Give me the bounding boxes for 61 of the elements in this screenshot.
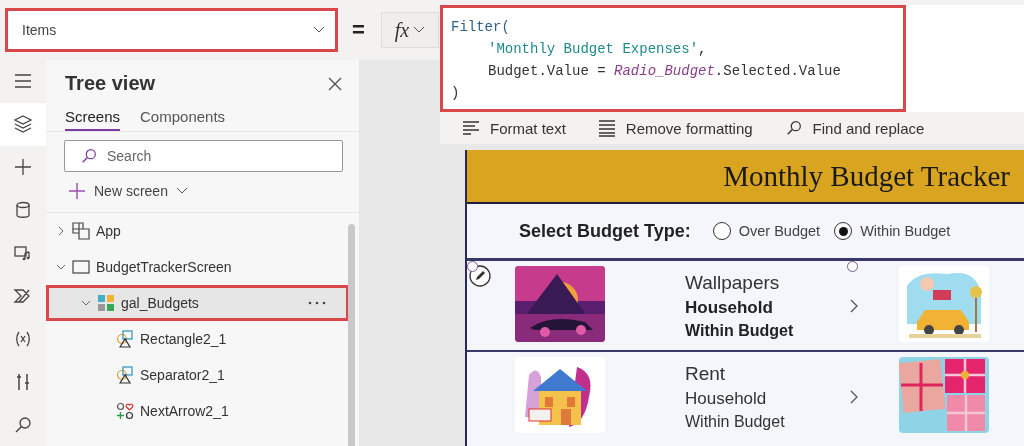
new-screen-button[interactable]: New screen xyxy=(68,180,359,202)
code-line: 'Monthly Budget Expenses', xyxy=(487,40,708,59)
resize-handle[interactable] xyxy=(467,261,478,272)
toolbar-button[interactable]: Remove formatting xyxy=(597,119,753,137)
chevron-down-icon[interactable] xyxy=(313,26,325,34)
item-title: Wallpapers xyxy=(685,271,781,294)
item-status: Within Budget xyxy=(685,413,786,431)
icons-icon xyxy=(116,402,134,420)
layers-icon[interactable] xyxy=(0,102,46,146)
code-line: Budget.Value = Radio_Budget.Selected.Value xyxy=(487,62,842,81)
search-icon xyxy=(784,119,803,137)
chevron-down-icon xyxy=(175,187,188,195)
shapes-icon xyxy=(116,366,134,384)
search-icon xyxy=(80,147,98,165)
property-dropdown[interactable]: Items xyxy=(5,8,338,52)
chevron-down-icon xyxy=(413,26,426,34)
tree-item[interactable]: NextArrow2_1 xyxy=(46,393,343,429)
tree-item[interactable]: Separator2_1 xyxy=(46,357,343,393)
format-icon xyxy=(462,119,480,137)
gallery-icon xyxy=(97,294,115,312)
screen-icon xyxy=(72,258,90,276)
radio-button[interactable] xyxy=(834,222,853,240)
tree-item[interactable]: Rectangle2_1 xyxy=(46,321,343,357)
search-field[interactable]: Search xyxy=(64,140,343,172)
gallery-row[interactable]: Wallpapers Household Within Budget xyxy=(467,258,1024,350)
collapse-chevron-icon[interactable] xyxy=(56,226,66,236)
chevron-right-icon[interactable] xyxy=(849,298,859,313)
more-icon[interactable] xyxy=(308,301,326,305)
tree-item[interactable]: App xyxy=(46,213,343,249)
plus-icon xyxy=(68,182,86,200)
tab[interactable]: Screens xyxy=(65,107,121,131)
toolbar-button[interactable]: Find and replace xyxy=(784,119,925,137)
fx-button[interactable]: fx xyxy=(380,12,439,48)
code-line: Filter( xyxy=(451,18,511,37)
code-line: ) xyxy=(451,84,461,103)
shapes-icon xyxy=(116,330,134,348)
gallery-row[interactable]: Rent Household Within Budget xyxy=(467,350,1024,442)
item-category: Household xyxy=(685,389,768,409)
scrollbar[interactable] xyxy=(348,224,355,446)
radio-option[interactable]: Over Budget xyxy=(712,222,821,240)
expand-chevron-icon[interactable] xyxy=(56,262,66,272)
app-icon xyxy=(72,222,90,240)
formula-editor[interactable]: Filter( 'Monthly Budget Expenses', Budget.Value = Radio_Budget.Selected.Value ) xyxy=(440,5,906,112)
lines-icon xyxy=(597,119,616,137)
close-icon[interactable] xyxy=(327,75,343,92)
equals-sign: = xyxy=(352,17,365,43)
radio-label: Select Budget Type: xyxy=(519,220,691,242)
tree-item[interactable]: BudgetTrackerScreen xyxy=(46,249,343,285)
radio-button[interactable] xyxy=(712,222,731,240)
item-category: Household xyxy=(685,297,774,318)
chevron-right-icon[interactable] xyxy=(849,390,859,404)
item-status: Within Budget xyxy=(685,321,795,340)
resize-handle[interactable] xyxy=(847,261,858,272)
panel-title: Tree view xyxy=(65,72,156,95)
tab[interactable]: Components xyxy=(140,107,226,131)
toolbar-button[interactable]: Format text xyxy=(462,119,566,137)
expand-chevron-icon[interactable] xyxy=(81,298,91,308)
item-title: Rent xyxy=(685,363,727,385)
tree-item[interactable]: gal_Budgets xyxy=(46,285,349,321)
app-title: Monthly Budget Tracker xyxy=(723,159,1010,193)
radio-option[interactable]: Within Budget xyxy=(834,222,951,240)
